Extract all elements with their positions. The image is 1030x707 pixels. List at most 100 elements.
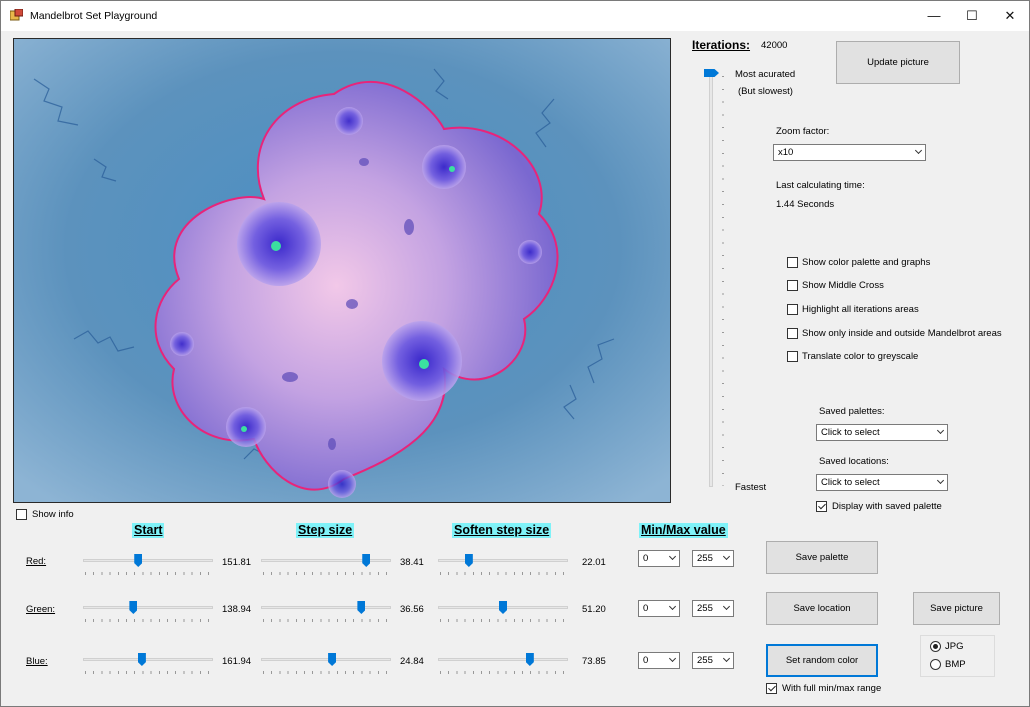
iterations-value: 42000: [761, 40, 788, 51]
soften-step-size-header: Soften step size: [452, 523, 552, 538]
fractal-image: [14, 39, 670, 502]
bmp-label: BMP: [945, 659, 966, 670]
calc-time-label: Last calculating time:: [776, 180, 865, 191]
step-size-header: Step size: [296, 523, 355, 538]
maximize-button[interactable]: ☐: [953, 1, 991, 31]
display-saved-palette-checkbox[interactable]: [816, 501, 827, 512]
highlight-iterations-checkbox[interactable]: [787, 304, 798, 315]
green-step-value: 36.56: [400, 604, 424, 615]
main-window: Mandelbrot Set Playground — ☐ ✕ Show inf…: [0, 0, 1030, 707]
random-color-button[interactable]: Set random color: [766, 644, 878, 677]
iterations-slider-thumb[interactable]: [704, 69, 719, 77]
iterations-label: Iterations:: [692, 38, 751, 52]
red-min-select[interactable]: 0: [638, 550, 680, 567]
green-soften-slider-thumb[interactable]: [499, 601, 507, 614]
save-palette-button[interactable]: Save palette: [766, 541, 878, 574]
mandelbrot-canvas[interactable]: [13, 38, 671, 503]
blue-min-select[interactable]: 0: [638, 652, 680, 669]
chevron-down-icon: [722, 602, 731, 611]
blue-start-slider-track[interactable]: [83, 658, 213, 661]
close-button[interactable]: ✕: [991, 1, 1029, 31]
blue-start-value: 161.94: [222, 656, 252, 667]
minimize-button[interactable]: —: [915, 1, 953, 31]
green-max-value: 255: [697, 603, 713, 614]
show-middle-cross-label: Show Middle Cross: [802, 280, 884, 291]
save-location-button[interactable]: Save location: [766, 592, 878, 625]
display-saved-palette-label: Display with saved palette: [832, 501, 942, 512]
greyscale-label: Translate color to greyscale: [802, 351, 919, 362]
red-step-value: 38.41: [400, 557, 424, 568]
blue-step-value: 24.84: [400, 656, 424, 667]
full-range-label: With full min/max range: [782, 683, 882, 694]
green-start-slider-track[interactable]: [83, 606, 213, 609]
blue-max-value: 255: [697, 655, 713, 666]
red-soften-slider-ticks: [440, 572, 568, 575]
red-max-value: 255: [697, 553, 713, 564]
calc-time-value: 1.44 Seconds: [776, 199, 835, 210]
red-start-slider-thumb[interactable]: [134, 554, 143, 567]
green-max-select[interactable]: 255: [692, 600, 734, 617]
red-step-slider-thumb[interactable]: [362, 554, 371, 567]
green-min-select[interactable]: 0: [638, 600, 680, 617]
iterations-top-sublabel: (But slowest): [738, 86, 793, 97]
green-min-value: 0: [643, 603, 649, 614]
inside-outside-checkbox[interactable]: [787, 328, 798, 339]
inside-outside-label: Show only inside and outside Mandelbrot …: [802, 328, 1002, 339]
chevron-down-icon: [722, 654, 731, 663]
blue-soften-slider-ticks: [440, 671, 568, 674]
show-info-checkbox[interactable]: [16, 509, 27, 520]
update-picture-button[interactable]: Update picture: [836, 41, 960, 84]
chevron-down-icon: [936, 476, 945, 485]
blue-label: Blue:: [26, 656, 48, 667]
red-start-value: 151.81: [222, 557, 252, 568]
zoom-select[interactable]: x10: [773, 144, 926, 161]
red-label: Red:: [26, 556, 47, 567]
iterations-top-label: Most acurated: [735, 69, 796, 80]
window-title: Mandelbrot Set Playground: [30, 10, 158, 22]
min-max-header: Min/Max value: [639, 523, 728, 538]
red-soften-slider-track[interactable]: [438, 559, 568, 562]
green-step-slider-thumb[interactable]: [357, 601, 366, 614]
bmp-radio[interactable]: [930, 659, 941, 670]
saved-locations-value: Click to select: [821, 477, 880, 488]
jpg-label: JPG: [945, 641, 964, 652]
title-bar: Mandelbrot Set Playground — ☐ ✕: [1, 1, 1029, 31]
green-label: Green:: [26, 604, 56, 615]
blue-start-slider-ticks: [85, 671, 213, 674]
show-palette-label: Show color palette and graphs: [802, 257, 931, 268]
save-picture-button[interactable]: Save picture: [913, 592, 1000, 625]
red-soften-slider-thumb[interactable]: [464, 554, 473, 567]
red-max-select[interactable]: 255: [692, 550, 734, 567]
green-start-slider-ticks: [85, 619, 213, 622]
highlight-iterations-label: Highlight all iterations areas: [802, 304, 919, 315]
blue-soften-slider-thumb[interactable]: [525, 653, 534, 666]
blue-step-slider-thumb[interactable]: [328, 653, 337, 666]
start-header: Start: [132, 523, 165, 538]
red-step-slider-track[interactable]: [261, 559, 391, 562]
red-start-slider-ticks: [85, 572, 213, 575]
green-step-slider-track[interactable]: [261, 606, 391, 609]
red-start-slider-track[interactable]: [83, 559, 213, 562]
blue-min-value: 0: [643, 655, 649, 666]
blue-max-select[interactable]: 255: [692, 652, 734, 669]
saved-palettes-label: Saved palettes:: [819, 406, 885, 417]
show-middle-cross-checkbox[interactable]: [787, 280, 798, 291]
green-start-slider-thumb[interactable]: [129, 601, 138, 614]
iterations-slider-ticks: [722, 76, 724, 486]
chevron-down-icon: [668, 602, 677, 611]
blue-start-slider-thumb[interactable]: [137, 653, 146, 666]
green-start-value: 138.94: [222, 604, 252, 615]
greyscale-checkbox[interactable]: [787, 351, 798, 362]
iterations-slider-track[interactable]: [709, 71, 713, 487]
saved-palettes-select[interactable]: Click to select: [816, 424, 948, 441]
chevron-down-icon: [722, 552, 731, 561]
chevron-down-icon: [936, 426, 945, 435]
blue-soften-slider-track[interactable]: [438, 658, 568, 661]
jpg-radio[interactable]: [930, 641, 941, 652]
show-palette-checkbox[interactable]: [787, 257, 798, 268]
full-range-checkbox[interactable]: [766, 683, 777, 694]
saved-locations-select[interactable]: Click to select: [816, 474, 948, 491]
blue-step-slider-track[interactable]: [261, 658, 391, 661]
iterations-bottom-label: Fastest: [735, 482, 767, 493]
blue-step-slider-ticks: [263, 671, 391, 674]
